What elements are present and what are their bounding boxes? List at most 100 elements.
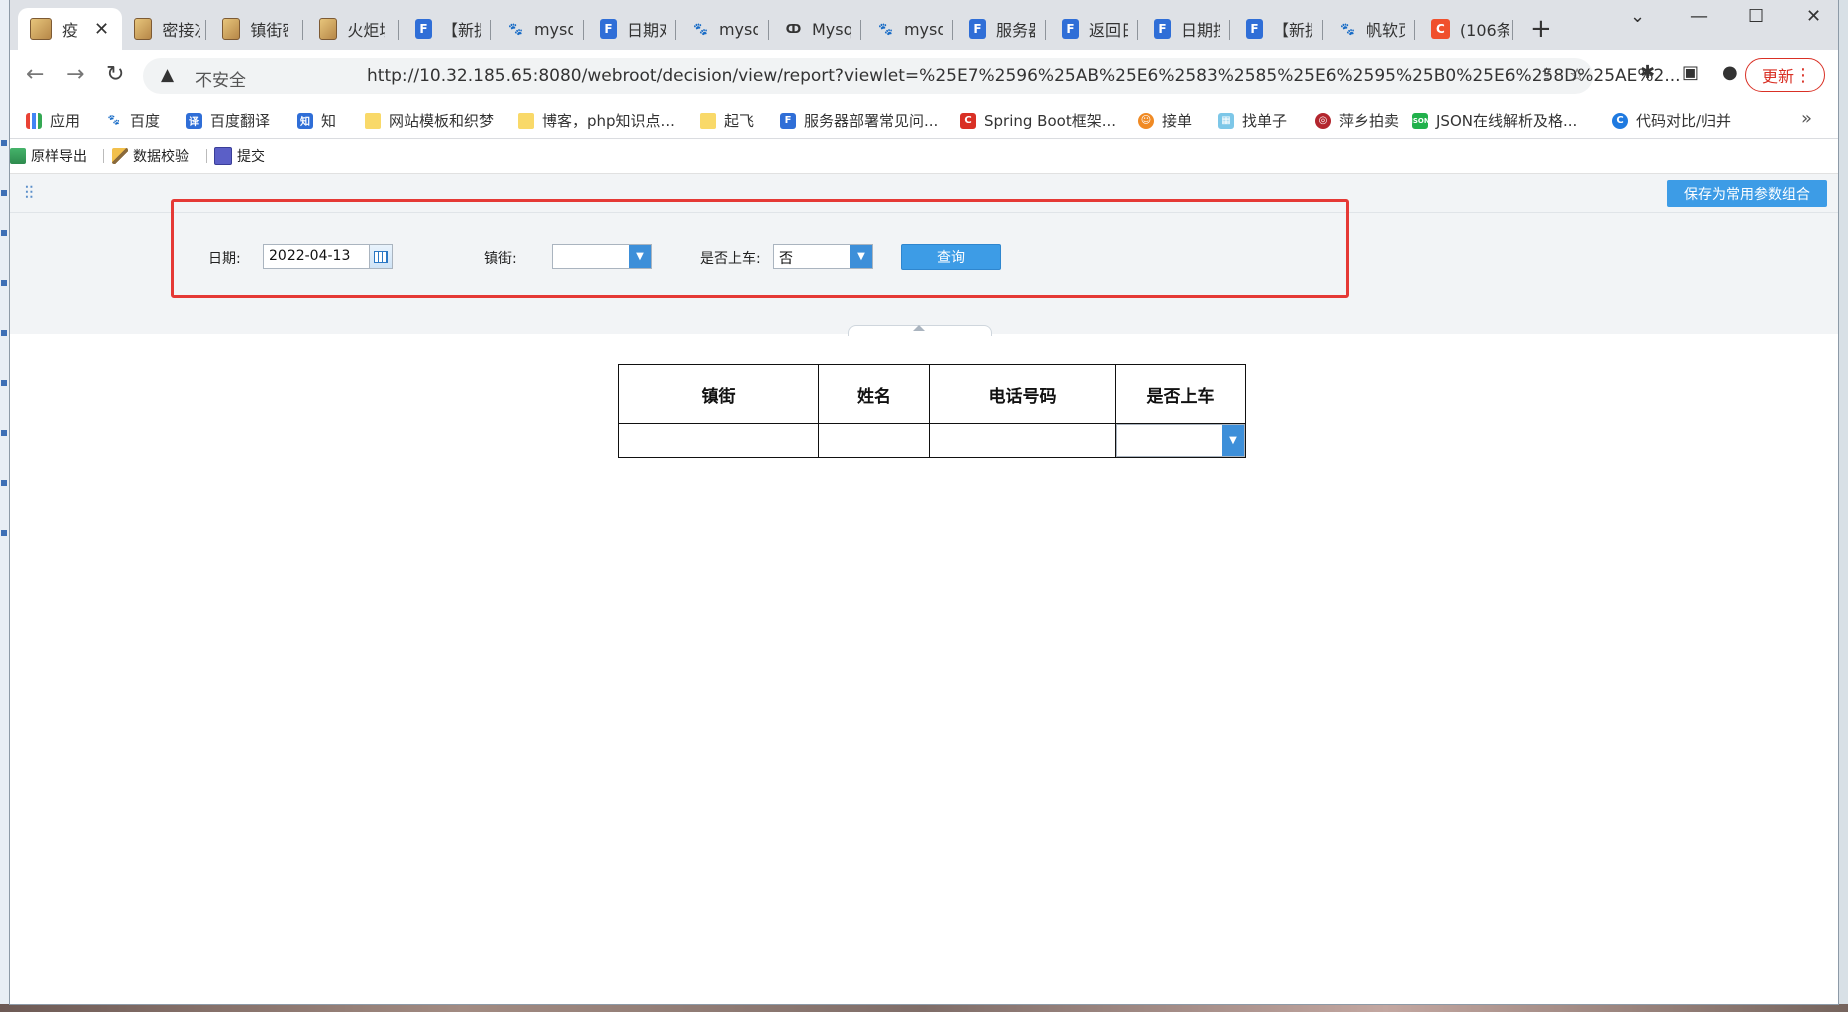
extensions-icon[interactable]: ✱ — [1640, 62, 1655, 83]
tab-label: 日期对 — [626, 21, 666, 40]
save-param-combo-button[interactable]: 保存为常用参数组合 — [1667, 180, 1827, 207]
security-label[interactable]: 不安全 — [195, 66, 246, 91]
tab-separator — [768, 20, 769, 40]
street-select[interactable]: ▼ — [552, 244, 652, 269]
update-button[interactable]: 更新 ⋮ — [1745, 58, 1825, 92]
onboard-label: 是否上车: — [700, 251, 761, 267]
tab-3[interactable]: 火炬填 — [307, 8, 385, 50]
tab-15[interactable]: C (106条 — [1419, 8, 1509, 50]
tab-separator — [1512, 20, 1513, 40]
bookmark-folder-templates[interactable]: 网站模板和织梦 — [365, 110, 494, 131]
calendar-button[interactable] — [369, 245, 392, 268]
query-button[interactable]: 查询 — [901, 244, 1001, 270]
onboard-select[interactable]: 否 ▼ — [773, 244, 873, 269]
bookmark-folder-blog[interactable]: 博客，php知识点... — [518, 110, 675, 131]
address-bar[interactable]: ▲ 不安全 http://10.32.185.65:8080/webroot/d… — [143, 58, 1681, 94]
cell-name[interactable] — [818, 423, 930, 458]
bookmark-apps[interactable]: 应用 — [26, 110, 80, 131]
bookmark-compare[interactable]: C 代码对比/归并 — [1612, 110, 1731, 131]
chevron-down-icon[interactable]: ▼ — [629, 245, 651, 268]
minimize-icon[interactable]: — — [1690, 6, 1708, 27]
onboard-cell-select[interactable]: ▼ — [1116, 424, 1245, 457]
baidu-paw-icon: 🐾 — [1340, 22, 1355, 36]
side-panel-icon[interactable]: ▣ — [1682, 62, 1699, 83]
bookmark-json[interactable]: JSON JSON在线解析及格... — [1410, 110, 1577, 131]
bookmark-star-icon[interactable]: ☆ — [1569, 65, 1585, 86]
tab-separator — [1414, 20, 1415, 40]
tab-label: 日期控 — [1180, 21, 1220, 40]
fanruan-icon: F — [969, 19, 986, 39]
reload-icon[interactable]: ↻ — [106, 62, 124, 87]
column-header-phone: 电话号码 — [929, 364, 1116, 424]
tab-4[interactable]: F 【新提 — [403, 8, 481, 50]
save-disk-icon — [214, 147, 232, 165]
tab-search-icon[interactable]: ⌄ — [1630, 6, 1645, 27]
date-field[interactable]: 2022-04-13 — [263, 244, 393, 269]
translate-icon: 译 — [186, 112, 202, 129]
bookmark-label: 应用 — [50, 112, 81, 130]
bookmark-server-deploy[interactable]: F 服务器部署常见问... — [780, 110, 938, 131]
profile-avatar-icon[interactable]: ● — [1722, 62, 1738, 83]
tab-5[interactable]: 🐾 mysql — [495, 8, 573, 50]
bookmark-folder-takeoff[interactable]: 起飞 — [700, 110, 754, 131]
tab-14[interactable]: 🐾 帆软页 — [1327, 8, 1405, 50]
cell-onboard[interactable]: ▼ — [1115, 423, 1246, 458]
tab-6[interactable]: F 日期对 — [588, 8, 666, 50]
date-label: 日期: — [208, 251, 241, 267]
bookmark-zhihu[interactable]: 知知 — [297, 110, 336, 131]
chevron-up-icon — [913, 325, 925, 331]
collapse-panel-handle[interactable] — [848, 325, 992, 336]
validate-button[interactable]: 数据校验 — [112, 146, 189, 166]
bookmark-jiedan[interactable]: ☺ 接单 — [1138, 110, 1192, 131]
tab-label: 服务器 — [995, 21, 1035, 40]
tab-label: 密接次 — [162, 21, 200, 40]
tab-label: 【新提 — [1272, 21, 1312, 40]
submit-button[interactable]: 提交 — [214, 146, 265, 166]
tab-11[interactable]: F 返回日 — [1050, 8, 1128, 50]
url-text[interactable]: http://10.32.185.65:8080/webroot/decisio… — [367, 66, 1681, 86]
cell-street[interactable] — [618, 423, 819, 458]
bookmark-baidu[interactable]: 🐾 百度 — [106, 110, 160, 131]
csdn-icon: C — [960, 112, 976, 129]
tab-7[interactable]: 🐾 mysql — [680, 8, 758, 50]
cnblogs-icon: ↀ — [785, 22, 802, 36]
bookmark-auction[interactable]: ◎ 萍乡拍卖 — [1315, 110, 1399, 131]
tab-10[interactable]: F 服务器 — [957, 8, 1035, 50]
warning-icon[interactable]: ▲ — [161, 65, 174, 85]
chevron-down-icon[interactable]: ▼ — [850, 245, 872, 268]
tab-label: 疫 — [62, 21, 79, 40]
tab-0[interactable]: 疫 ✕ — [18, 8, 122, 50]
tab-bar: 疫 ✕ 密接次 镇街密 火炬填 F【新提 🐾mysql F日期对 🐾mysql … — [10, 0, 1838, 50]
bookmark-baidu-translate[interactable]: 译百度翻译 — [186, 110, 270, 131]
close-window-icon[interactable]: ✕ — [1806, 6, 1821, 27]
export-button[interactable]: 原样导出 — [10, 146, 87, 166]
tab-2[interactable]: 镇街密 — [210, 8, 288, 50]
parameter-settings-icon[interactable]: ⫶⫶ — [12, 178, 46, 208]
bookmark-spring-boot[interactable]: C Spring Boot框架... — [960, 110, 1116, 131]
chevron-down-icon[interactable]: ▼ — [1222, 425, 1244, 456]
tab-1[interactable]: 密接次 — [122, 8, 200, 50]
maximize-icon[interactable]: ☐ — [1748, 6, 1764, 27]
forward-icon[interactable]: → — [66, 62, 84, 87]
excel-export-icon — [10, 148, 26, 164]
tab-13[interactable]: F 【新提 — [1234, 8, 1312, 50]
bookmark-label: 起飞 — [724, 112, 755, 130]
street-label: 镇街: — [484, 251, 517, 267]
tab-8[interactable]: ↀ Mysql — [773, 8, 851, 50]
column-header-onboard: 是否上车 — [1115, 364, 1246, 424]
more-bookmarks-icon[interactable]: » — [1801, 108, 1812, 129]
report-table: 镇街 姓名 电话号码 是否上车 ▼ — [618, 364, 1246, 458]
close-tab-icon[interactable]: ✕ — [94, 19, 109, 40]
back-icon[interactable]: ← — [26, 62, 44, 87]
new-tab-button[interactable]: + — [1530, 14, 1552, 44]
bookmark-zhaodanzi[interactable]: ▦ 找单子 — [1218, 110, 1287, 131]
cell-phone[interactable] — [929, 423, 1116, 458]
onboard-value: 否 — [779, 251, 793, 267]
tab-separator — [1137, 20, 1138, 40]
share-icon[interactable]: ⇪ — [1539, 65, 1554, 86]
tab-9[interactable]: 🐾 mysql — [865, 8, 943, 50]
tab-12[interactable]: F 日期控 — [1142, 8, 1220, 50]
bookmark-label: 服务器部署常见问... — [804, 112, 939, 130]
toolbar-separator — [206, 149, 207, 163]
browser-window: 疫 ✕ 密接次 镇街密 火炬填 F【新提 🐾mysql F日期对 🐾mysql … — [10, 0, 1838, 1004]
